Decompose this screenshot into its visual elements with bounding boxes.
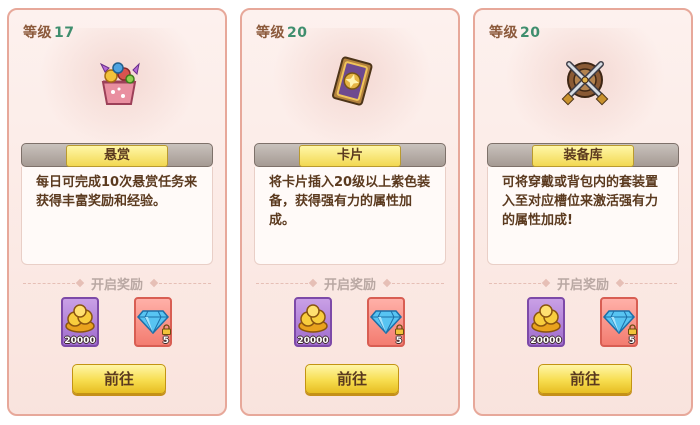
go-button[interactable]: 前往	[538, 364, 632, 394]
lock-icon	[395, 324, 404, 335]
shield-swords-icon	[555, 52, 615, 112]
lock-icon	[162, 324, 171, 335]
feature-card-equipment: 等级 20 装备库 可将穿戴或背包内的套装置入至对应槽位来激活强有力的属性加成! …	[473, 8, 693, 416]
reward-gold[interactable]: 20000	[61, 297, 99, 347]
card-title: 装备库	[532, 145, 634, 167]
card-title: 卡片	[299, 145, 401, 167]
title-ribbon: 装备库	[487, 143, 679, 167]
reward-count: 5	[628, 336, 635, 346]
gold-coins-icon	[298, 304, 328, 333]
feature-card-bounty: 等级 17 悬赏 每日可完成10次悬赏任务来获得丰富奖励和经验。 开启奖励 200…	[7, 8, 227, 416]
gift-basket-icon	[89, 52, 149, 112]
go-button[interactable]: 前往	[305, 364, 399, 394]
reward-diamond[interactable]: 5	[367, 297, 405, 347]
reward-count: 20000	[297, 336, 329, 346]
reward-count: 20000	[530, 336, 562, 346]
level-requirement: 等级 17	[23, 25, 75, 41]
description: 可将穿戴或背包内的套装置入至对应槽位来激活强有力的属性加成!	[487, 167, 679, 265]
lock-icon	[628, 324, 637, 335]
gold-coins-icon	[531, 304, 561, 333]
gold-coins-icon	[65, 304, 95, 333]
level-requirement: 等级 20	[256, 25, 308, 41]
reward-diamond[interactable]: 5	[134, 297, 172, 347]
reward-header: 开启奖励	[23, 276, 211, 293]
reward-count: 20000	[64, 336, 96, 346]
reward-count: 5	[162, 336, 169, 346]
reward-header: 开启奖励	[256, 276, 444, 293]
description: 将卡片插入20级以上紫色装备，获得强有力的属性加成。	[254, 167, 446, 265]
card-title: 悬赏	[66, 145, 168, 167]
level-requirement: 等级 20	[489, 25, 541, 41]
go-button[interactable]: 前往	[72, 364, 166, 394]
description: 每日可完成10次悬赏任务来获得丰富奖励和经验。	[21, 167, 213, 265]
reward-gold[interactable]: 20000	[294, 297, 332, 347]
card-icon	[322, 52, 382, 112]
reward-header: 开启奖励	[489, 276, 677, 293]
reward-gold[interactable]: 20000	[527, 297, 565, 347]
reward-diamond[interactable]: 5	[600, 297, 638, 347]
feature-card-cards: 等级 20 卡片 将卡片插入20级以上紫色装备，获得强有力的属性加成。 开启奖励 …	[240, 8, 460, 416]
title-ribbon: 悬赏	[21, 143, 213, 167]
reward-count: 5	[395, 336, 402, 346]
title-ribbon: 卡片	[254, 143, 446, 167]
